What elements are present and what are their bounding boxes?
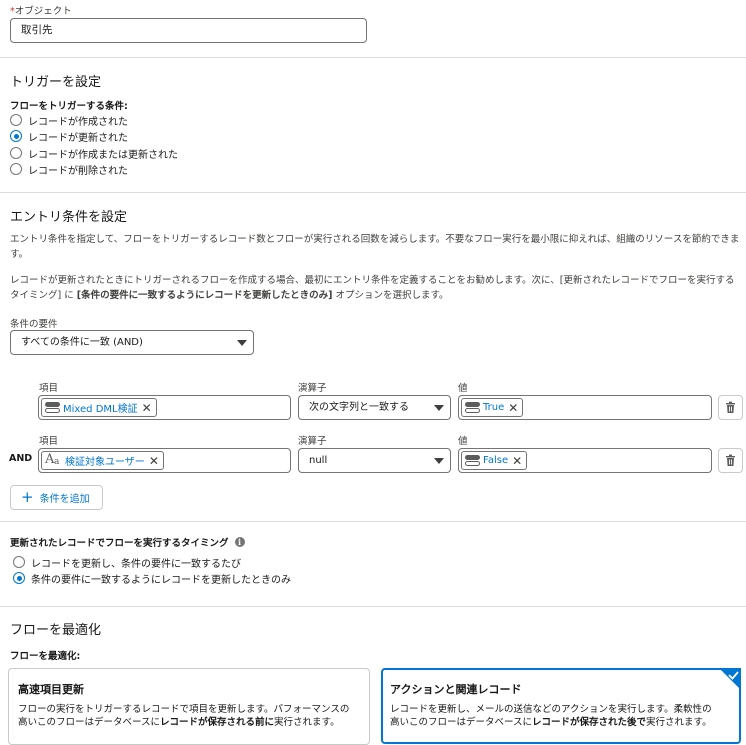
trigger-option-deleted[interactable]: レコードが削除された [10,162,128,177]
radio-checked-icon[interactable] [13,572,25,584]
object-label: *オブジェクト [10,6,72,17]
field-pill[interactable]: Mixed DML検証 ✕ [41,398,157,417]
radio-icon[interactable] [13,556,25,568]
trigger-option-created[interactable]: レコードが作成された [10,113,128,128]
trigger-section-title: トリガーを設定 [10,75,102,90]
optimize-label: フローを最適化: [10,651,81,662]
requirement-label: 条件の要件 [10,319,58,330]
trigger-option-updated[interactable]: レコードが更新された [10,129,128,144]
timing-title: 更新されたレコードでフローを実行するタイミング i [10,535,245,549]
close-icon[interactable]: ✕ [508,402,518,414]
chevron-down-icon [434,458,444,464]
field-column-label: 項目 [39,436,59,447]
entry-section-title: エントリ条件を設定 [10,210,128,225]
optimize-section-title: フローを最適化 [10,623,102,638]
trash-icon [726,401,735,413]
condition-value-input[interactable]: False ✕ [458,448,712,473]
value-column-label: 値 [458,383,468,394]
close-icon[interactable]: ✕ [149,455,159,467]
value-pill[interactable]: True ✕ [461,398,524,417]
delete-condition-button[interactable] [718,448,743,473]
selected-check-icon [719,668,741,690]
timing-option-every-update[interactable]: レコードを更新し、条件の要件に一致するたび [13,555,241,570]
entry-description: エントリ条件を指定して、フローをトリガーするレコード数とフローが実行される回数を… [10,234,740,260]
operator-column-label: 演算子 [298,436,327,447]
condition-operator-select[interactable]: null [298,448,451,473]
close-icon[interactable]: ✕ [512,455,522,467]
radio-checked-icon[interactable] [10,130,22,142]
delete-condition-button[interactable] [718,395,743,420]
radio-icon[interactable] [10,147,22,159]
radio-icon[interactable] [10,163,22,175]
actions-related-records-card[interactable]: アクションと関連レコード レコードを更新し、メールの送信などのアクションを実行し… [381,668,741,744]
condition-field-input[interactable]: Mixed DML検証 ✕ [38,395,291,420]
and-prefix: AND [9,453,33,464]
toggle-icon [465,455,480,466]
condition-field-input[interactable]: Aa 検証対象ユーザー ✕ [38,448,291,473]
field-column-label: 項目 [39,383,59,394]
divider [0,606,746,607]
radio-icon[interactable] [10,114,22,126]
text-icon: Aa [45,452,60,467]
chevron-down-icon [434,405,444,411]
close-icon[interactable]: ✕ [142,402,152,414]
fast-field-update-card[interactable]: 高速項目更新 フローの実行をトリガーするレコードで項目を更新します。パフォーマン… [8,668,370,745]
trash-icon [726,454,735,466]
requirement-select[interactable]: すべての条件に一致 (AND) [10,330,254,355]
object-input[interactable]: 取引先 [10,18,367,43]
value-column-label: 値 [458,436,468,447]
operator-column-label: 演算子 [298,383,327,394]
chevron-down-icon [237,340,247,346]
field-pill[interactable]: Aa 検証対象ユーザー ✕ [41,451,164,470]
timing-option-only-when-met[interactable]: 条件の要件に一致するようにレコードを更新したときのみ [13,571,291,586]
value-pill[interactable]: False ✕ [461,451,528,470]
plus-icon: + [21,488,34,506]
trigger-option-created-or-updated[interactable]: レコードが作成または更新された [10,146,178,161]
toggle-icon [45,402,60,413]
trigger-condition-label: フローをトリガーする条件: [10,101,128,112]
condition-operator-select[interactable]: 次の文字列と一致する [298,395,451,420]
info-icon[interactable]: i [234,537,245,547]
divider [0,192,746,193]
condition-value-input[interactable]: True ✕ [458,395,712,420]
divider [0,57,746,58]
toggle-icon [465,402,480,413]
add-condition-button[interactable]: + 条件を追加 [10,485,103,510]
entry-recommendation: レコードが更新されたときにトリガーされるフローを作成する場合、最初にエントリ条件… [10,275,735,301]
divider [0,521,746,522]
